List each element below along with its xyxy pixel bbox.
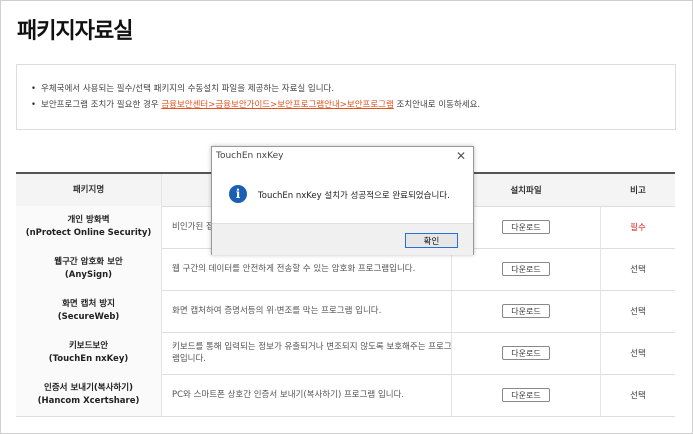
package-note: 선택 (630, 349, 646, 359)
package-note: 선택 (630, 307, 646, 317)
notice-line-1: 우체국에서 사용되는 필수/선택 패키지의 수동설치 파일을 제공하는 자료실 … (31, 82, 334, 94)
security-guide-link[interactable]: 금융보안센터>금융보안가이드>보안프로그램안내>보안프로그램 (161, 100, 394, 110)
install-file-cell: 다운로드 (452, 332, 600, 374)
table-row: 화면 캡처 방지 (SecureWeb) 화면 캡처하여 증명서등의 위·변조를 막… (16, 290, 675, 333)
package-note: 선택 (630, 265, 646, 275)
download-button[interactable]: 다운로드 (502, 388, 550, 402)
download-button[interactable]: 다운로드 (502, 220, 550, 234)
download-button[interactable]: 다운로드 (502, 262, 550, 276)
touchen-dialog: TouchEn nxKey ✕ i TouchEn nxKey 설치가 성공적으… (211, 146, 474, 255)
install-file-cell: 다운로드 (452, 248, 600, 290)
table-row: 키보드보안 (TouchEn nxKey) 키보드를 통해 입력되는 정보가 유출되… (16, 332, 675, 375)
package-name: 화면 캡처 방지 (SecureWeb) (16, 290, 162, 332)
header-note: 비고 (601, 174, 675, 206)
ok-button[interactable]: 확인 (405, 233, 458, 248)
package-name: 인증서 보내기(복사하기) (Hancom Xcertshare) (16, 374, 162, 416)
package-description: PC와 스마트폰 상호간 인증서 보내기(복사하기) 프로그램 입니다. (172, 390, 405, 400)
package-description: 화면 캡처하여 증명서등의 위·변조를 막는 프로그램 입니다. (172, 306, 382, 316)
dialog-message: TouchEn nxKey 설치가 성공적으로 완료되었습니다. (258, 191, 450, 201)
package-note: 선택 (630, 391, 646, 401)
package-name: 키보드보안 (TouchEn nxKey) (16, 332, 162, 374)
page-title: 패키지자료실 (17, 19, 133, 44)
install-file-cell: 다운로드 (452, 290, 600, 332)
table-row: 인증서 보내기(복사하기) (Hancom Xcertshare) PC와 스마트폰… (16, 374, 675, 417)
download-button[interactable]: 다운로드 (502, 346, 550, 360)
install-file-cell: 다운로드 (452, 206, 600, 248)
close-icon[interactable]: ✕ (456, 149, 466, 163)
install-file-cell: 다운로드 (452, 374, 600, 416)
dialog-body: i TouchEn nxKey 설치가 성공적으로 완료되었습니다. (212, 171, 473, 222)
package-name: 개인 방화벽 (nProtect Online Security) (16, 206, 162, 248)
header-package-name: 패키지명 (16, 174, 162, 206)
package-name: 웹구간 암호화 보안 (AnySign) (16, 248, 162, 290)
package-note: 필수 (630, 223, 646, 233)
dialog-footer: 확인 (212, 223, 473, 255)
package-description: 키보드를 통해 입력되는 정보가 유출되거나 변조되지 않도록 보호해주는 프로… (172, 342, 452, 364)
header-install-file: 설치파일 (452, 174, 600, 206)
info-icon: i (229, 185, 247, 203)
notice-line-2: 보안프로그램 조치가 필요한 경우 금융보안센터>금융보안가이드>보안프로그램안… (31, 98, 480, 110)
notice-box: 우체국에서 사용되는 필수/선택 패키지의 수동설치 파일을 제공하는 자료실 … (16, 64, 676, 130)
download-button[interactable]: 다운로드 (502, 304, 550, 318)
dialog-title: TouchEn nxKey (216, 151, 284, 161)
